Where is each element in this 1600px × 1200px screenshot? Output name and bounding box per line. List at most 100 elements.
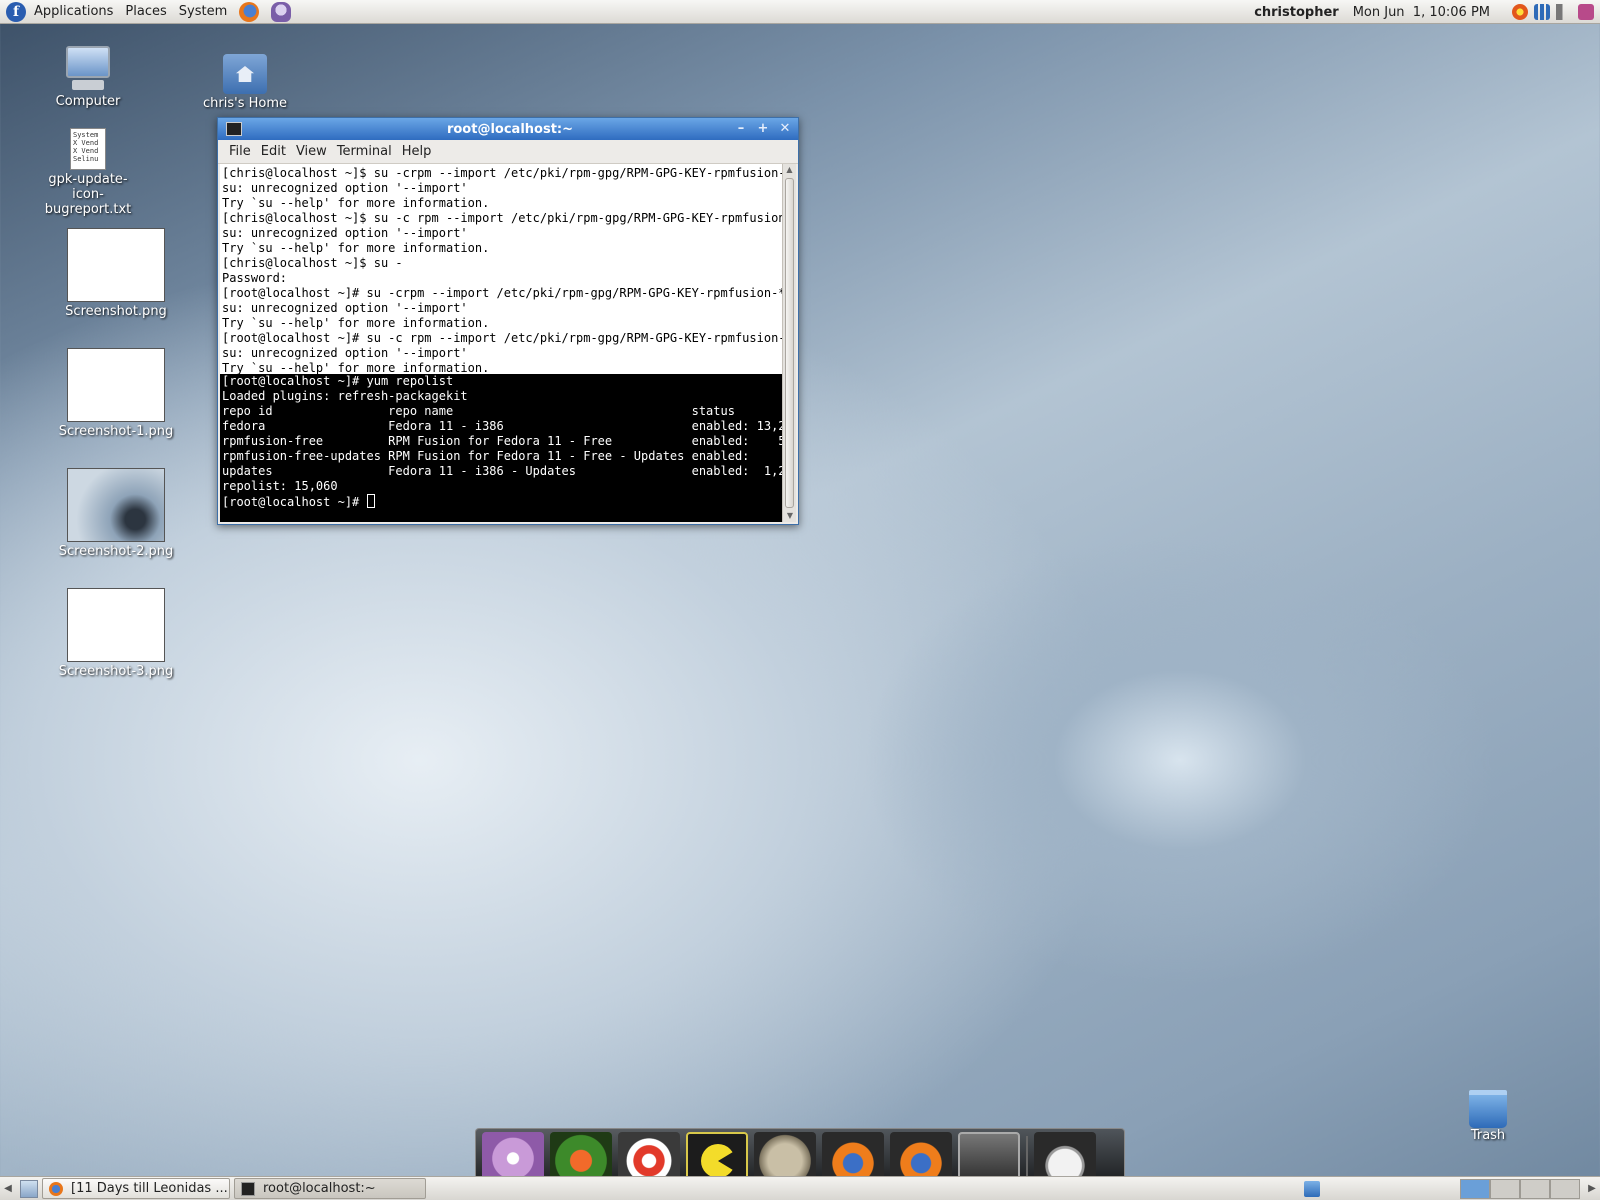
taskbar-item-label: [11 Days till Leonidas ... xyxy=(71,1181,228,1196)
desktop-icon-computer[interactable]: Computer xyxy=(28,46,148,109)
workspace-4[interactable] xyxy=(1550,1179,1580,1199)
desktop-icon-label: gpk-update-icon-bugreport.txt xyxy=(44,172,132,217)
pidgin-launcher-icon[interactable] xyxy=(271,1,292,22)
close-icon[interactable]: ✕ xyxy=(776,121,794,137)
desktop-icon-label: chris's Home xyxy=(203,96,287,111)
image-thumbnail-icon xyxy=(67,348,165,422)
terminal-line: su: unrecognized option '--import' xyxy=(222,346,468,360)
terminal-icon xyxy=(241,1181,255,1196)
terminal-line: [chris@localhost ~]$ su -c rpm --import … xyxy=(222,211,784,225)
scrollbar-thumb[interactable] xyxy=(785,178,794,508)
chevron-left-icon[interactable]: ◀ xyxy=(0,1178,16,1200)
volume-icon[interactable] xyxy=(1556,4,1572,20)
menu-applications[interactable]: Applications xyxy=(28,0,119,24)
desktop-icon-screenshot-2[interactable]: Screenshot-2.png xyxy=(56,468,176,559)
terminal-icon[interactable] xyxy=(958,1132,1020,1180)
firefox-launcher-icon[interactable] xyxy=(239,1,260,22)
menu-terminal[interactable]: Terminal xyxy=(332,144,397,159)
scroll-down-icon[interactable]: ▼ xyxy=(783,510,797,522)
desktop-icon-label: Screenshot-2.png xyxy=(58,544,174,559)
workspace-3[interactable] xyxy=(1520,1179,1550,1199)
text-file-icon: System X Vend X Vend Selinu xyxy=(70,128,106,170)
desktop-icon-screenshot-3[interactable]: Screenshot-3.png xyxy=(56,588,176,679)
menu-system[interactable]: System xyxy=(173,0,233,24)
game-icon[interactable] xyxy=(550,1132,612,1180)
terminal-line: updates Fedora 11 - i386 - Updates enabl… xyxy=(222,464,784,478)
menu-places[interactable]: Places xyxy=(119,0,172,24)
menu-file[interactable]: File xyxy=(224,144,256,159)
firefox-icon[interactable] xyxy=(822,1132,884,1180)
terminal-output[interactable]: [chris@localhost ~]$ su -crpm --import /… xyxy=(220,164,796,522)
terminal-line: Try `su --help' for more information. xyxy=(222,196,490,210)
help-icon[interactable] xyxy=(618,1132,680,1180)
fedora-logo-icon[interactable]: f xyxy=(6,1,26,22)
desktop-icon-screenshot-1[interactable]: Screenshot-1.png xyxy=(56,348,176,439)
terminal-line: repolist: 15,060 xyxy=(222,479,338,493)
maximize-icon[interactable]: + xyxy=(754,121,772,137)
terminal-line: su: unrecognized option '--import' xyxy=(222,301,468,315)
taskbar-item-firefox[interactable]: [11 Days till Leonidas ... xyxy=(42,1178,230,1199)
image-thumbnail-icon xyxy=(67,228,165,302)
firefox-icon[interactable] xyxy=(890,1132,952,1180)
computer-icon xyxy=(64,46,112,92)
clock[interactable]: Mon Jun 1, 10:06 PM xyxy=(1353,5,1490,20)
pacman-icon[interactable] xyxy=(686,1132,748,1180)
rock-icon[interactable] xyxy=(754,1132,816,1180)
desktop-icon-label: Computer xyxy=(55,94,121,109)
clock-icon[interactable] xyxy=(1034,1132,1096,1180)
terminal-line: Try `su --help' for more information. xyxy=(222,316,490,330)
chevron-right-icon[interactable]: ▶ xyxy=(1584,1178,1600,1200)
menu-edit[interactable]: Edit xyxy=(256,144,291,159)
desktop-icon-screenshot[interactable]: Screenshot.png xyxy=(56,228,176,319)
window-title: root@localhost:~ xyxy=(446,121,574,137)
terminal-line: Try `su --help' for more information. xyxy=(222,241,490,255)
terminal-prompt: [root@localhost ~]# xyxy=(222,495,367,509)
workspace-2[interactable] xyxy=(1490,1179,1520,1199)
terminal-window: root@localhost:~ – + ✕ File Edit View Te… xyxy=(217,117,799,525)
menu-help[interactable]: Help xyxy=(397,144,437,159)
terminal-prompt-line[interactable]: [root@localhost ~]# xyxy=(222,494,782,510)
power-icon[interactable] xyxy=(1578,4,1594,20)
dock-separator xyxy=(1026,1136,1028,1176)
window-titlebar[interactable]: root@localhost:~ – + ✕ xyxy=(218,118,798,140)
terminal-scrollbar[interactable]: ▲ ▼ xyxy=(782,164,796,522)
terminal-line: [root@localhost ~]# su -c rpm --import /… xyxy=(222,331,784,345)
terminal-line: repo id repo name status xyxy=(222,404,735,418)
user-switcher[interactable]: christopher xyxy=(1254,5,1339,20)
terminal-line: rpmfusion-free RPM Fusion for Fedora 11 … xyxy=(222,434,784,448)
terminal-line: [chris@localhost ~]$ su - xyxy=(222,256,403,270)
terminal-line: Loaded plugins: refresh-packagekit xyxy=(222,389,468,403)
top-panel-right: christopher Mon Jun 1, 10:06 PM xyxy=(1254,0,1600,24)
trash-icon xyxy=(1469,1090,1507,1128)
workspace-switcher xyxy=(1460,1179,1580,1199)
terminal-active-output: [root@localhost ~]# yum repolist Loaded p… xyxy=(220,374,784,522)
taskbar-item-label: root@localhost:~ xyxy=(263,1181,376,1196)
settings-icon[interactable] xyxy=(482,1132,544,1180)
terminal-line: [root@localhost ~]# su -crpm --import /e… xyxy=(222,286,784,300)
terminal-menubar: File Edit View Terminal Help xyxy=(218,140,798,164)
show-desktop-icon[interactable] xyxy=(20,1179,38,1198)
desktop-icon-label: Screenshot-3.png xyxy=(58,664,174,679)
desktop-icon-bugreport[interactable]: System X Vend X Vend Selinu gpk-update-i… xyxy=(28,128,148,217)
network-icon[interactable] xyxy=(1534,4,1550,20)
desktop-icon-home[interactable]: chris's Home xyxy=(185,50,305,111)
terminal-line: su: unrecognized option '--import' xyxy=(222,181,468,195)
top-panel: f Applications Places System christopher… xyxy=(0,0,1600,24)
desktop-icon-trash[interactable]: Trash xyxy=(1440,1090,1536,1143)
taskbar-item-terminal[interactable]: root@localhost:~ xyxy=(234,1178,426,1199)
home-folder-icon xyxy=(223,54,267,94)
update-notifier-icon[interactable] xyxy=(1512,4,1528,20)
bottom-panel: ◀ [11 Days till Leonidas ... root@localh… xyxy=(0,1176,1600,1200)
firefox-icon xyxy=(49,1181,63,1196)
menu-view[interactable]: View xyxy=(291,144,332,159)
workspace-1[interactable] xyxy=(1460,1179,1490,1199)
bottom-panel-right: ▶ xyxy=(1304,1177,1600,1200)
minimize-icon[interactable]: – xyxy=(732,121,750,137)
terminal-title-icon[interactable] xyxy=(226,122,242,136)
terminal-scrollback: [chris@localhost ~]$ su -crpm --import /… xyxy=(220,164,784,374)
trash-applet-icon[interactable] xyxy=(1304,1181,1320,1197)
image-thumbnail-icon xyxy=(67,468,165,542)
terminal-line: Password: xyxy=(222,271,288,285)
scroll-up-icon[interactable]: ▲ xyxy=(783,164,796,176)
terminal-cursor xyxy=(366,494,375,508)
